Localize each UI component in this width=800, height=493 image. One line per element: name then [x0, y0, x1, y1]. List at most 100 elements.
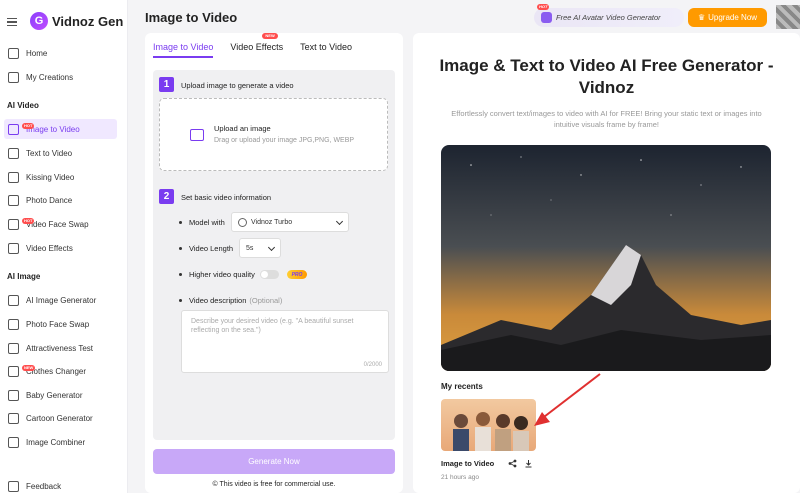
upload-image-icon: [190, 129, 204, 141]
sidebar-item-video-effects[interactable]: Video Effects: [4, 238, 117, 258]
home-icon: [8, 47, 19, 59]
length-label: Video Length: [189, 244, 234, 253]
sidebar-item-label: Photo Face Swap: [26, 319, 90, 329]
promo-label: Free AI Avatar Video Generator: [556, 13, 661, 22]
generate-button[interactable]: Generate Now: [153, 449, 395, 474]
menu-collapse-icon[interactable]: [7, 18, 17, 26]
sidebar-item-label: Text to Video: [26, 148, 73, 158]
quality-label: Higher video quality: [189, 270, 255, 279]
face-swap-icon: HOT: [8, 217, 35, 230]
sidebar-item-label: My Creations: [26, 72, 74, 82]
annotation-arrow: [534, 373, 601, 426]
sidebar-item-label: Baby Generator: [26, 390, 83, 400]
upload-title: Upload an image: [214, 124, 271, 133]
dance-icon: [8, 194, 19, 206]
sidebar-item-label: Video Effects: [26, 243, 73, 253]
model-value: Vidnoz Turbo: [251, 218, 293, 226]
sidebar-item-photo-dance[interactable]: Photo Dance: [4, 190, 117, 210]
step-1-badge: 1: [159, 77, 174, 92]
share-icon[interactable]: [508, 459, 517, 468]
hero-title: Image & Text to Video AI Free Generator …: [439, 56, 774, 97]
sidebar-item-baby-generator[interactable]: Baby Generator: [4, 385, 117, 405]
sidebar-item-photo-face-swap[interactable]: Photo Face Swap: [4, 314, 117, 334]
description-label-text: Video description: [189, 296, 247, 305]
sidebar-item-attractiveness-test[interactable]: Attractiveness Test: [4, 338, 117, 358]
baby-icon: [8, 389, 19, 401]
logo[interactable]: G Vidnoz Gen: [30, 12, 123, 30]
sidebar-item-my-creations[interactable]: My Creations: [4, 67, 117, 87]
avatar[interactable]: [776, 5, 800, 29]
tab-text-to-video[interactable]: Text to Video: [300, 42, 352, 58]
bullet: [179, 247, 182, 250]
recents-title: My recents: [441, 382, 483, 391]
tab-label: Video Effects: [230, 42, 284, 52]
play-icon: [238, 217, 247, 227]
cartoon-icon: [8, 412, 19, 424]
sidebar-item-label: Video Face Swap: [26, 219, 89, 229]
description-label: Video description (Optional): [189, 296, 282, 305]
sidebar-item-home[interactable]: Home: [4, 43, 117, 63]
sidebar-item-text-to-video[interactable]: Text to Video: [4, 143, 117, 163]
recent-item-time: 21 hours ago: [441, 474, 479, 481]
length-select[interactable]: 5s: [239, 238, 281, 258]
model-label: Model with: [189, 218, 225, 227]
hot-badge: HOT: [22, 122, 35, 129]
feedback-icon: [8, 480, 19, 492]
hero-image-matterhorn: [441, 145, 771, 371]
page-title: Image to Video: [145, 10, 238, 25]
photo-swap-icon: [8, 318, 19, 330]
new-badge: NEW: [22, 364, 36, 371]
generator-panel: Image to Video Video Effects NEW Text to…: [145, 33, 403, 493]
sidebar-item-image-to-video[interactable]: HOT Image to Video: [4, 119, 117, 139]
form-area: 1 Upload image to generate a video Uploa…: [153, 70, 395, 440]
upload-hint: Drag or upload your image JPG,PNG, WEBP: [214, 137, 355, 144]
sidebar-item-feedback[interactable]: Feedback: [4, 476, 117, 493]
bullet: [179, 273, 182, 276]
kiss-icon: [8, 171, 19, 183]
tab-image-to-video[interactable]: Image to Video: [153, 42, 214, 58]
sidebar-item-label: Feedback: [26, 481, 62, 491]
image-video-icon: HOT: [8, 122, 35, 135]
sidebar-item-label: Attractiveness Test: [26, 343, 93, 353]
upgrade-button[interactable]: ♛ Upgrade Now: [688, 8, 767, 27]
free-note-text: This video is free for commercial use.: [219, 481, 336, 488]
sidebar-item-ai-image-generator[interactable]: AI Image Generator: [4, 290, 117, 310]
quality-toggle[interactable]: [260, 270, 279, 279]
sidebar-item-cartoon-generator[interactable]: Cartoon Generator: [4, 408, 117, 428]
bullet: [179, 221, 182, 224]
sidebar-item-label: Cartoon Generator: [26, 413, 93, 423]
upgrade-label: Upgrade Now: [708, 13, 758, 22]
copyright-icon: ©: [212, 481, 220, 488]
clothes-icon: NEW: [8, 364, 36, 377]
description-textarea[interactable]: Describe your desired video (e.g. "A bea…: [181, 310, 389, 373]
sidebar-item-video-face-swap[interactable]: HOT Video Face Swap: [4, 214, 117, 234]
chevron-down-icon: [335, 217, 344, 226]
model-select[interactable]: Vidnoz Turbo: [231, 212, 349, 232]
test-icon: [8, 342, 19, 354]
sidebar-item-kissing-video[interactable]: Kissing Video: [4, 167, 117, 187]
section-title-ai-video: AI Video: [7, 101, 39, 110]
upload-dropzone[interactable]: Upload an image Drag or upload your imag…: [159, 98, 388, 171]
hot-badge: HOT: [22, 217, 35, 224]
char-counter: 0/2000: [363, 362, 382, 368]
section-title-ai-image: AI Image: [7, 272, 41, 281]
promo-avatar-generator-button[interactable]: HOT Free AI Avatar Video Generator: [534, 4, 684, 27]
description-placeholder: Describe your desired video (e.g. "A bea…: [191, 318, 354, 334]
step-2-title: Set basic video information: [181, 193, 272, 202]
pro-badge: PRO: [287, 270, 307, 279]
vidnoz-logo-icon: G: [30, 12, 48, 30]
sidebar-item-label: AI Image Generator: [26, 295, 97, 305]
sidebar-item-label: Kissing Video: [26, 172, 75, 182]
folder-icon: [8, 71, 19, 83]
sidebar-item-clothes-changer[interactable]: NEW Clothes Changer: [4, 361, 117, 381]
tab-video-effects[interactable]: Video Effects NEW: [230, 33, 284, 58]
bullet: [179, 299, 182, 302]
brand-name: Vidnoz Gen: [52, 13, 124, 29]
sidebar-item-label: Image to Video: [26, 124, 80, 134]
download-icon[interactable]: [524, 459, 533, 468]
sidebar-item-image-combiner[interactable]: Image Combiner: [4, 432, 117, 452]
free-use-note: © This video is free for commercial use.: [145, 481, 403, 488]
sidebar-item-label: Image Combiner: [26, 437, 86, 447]
text-video-icon: [8, 147, 19, 159]
new-badge: NEW: [262, 33, 278, 39]
